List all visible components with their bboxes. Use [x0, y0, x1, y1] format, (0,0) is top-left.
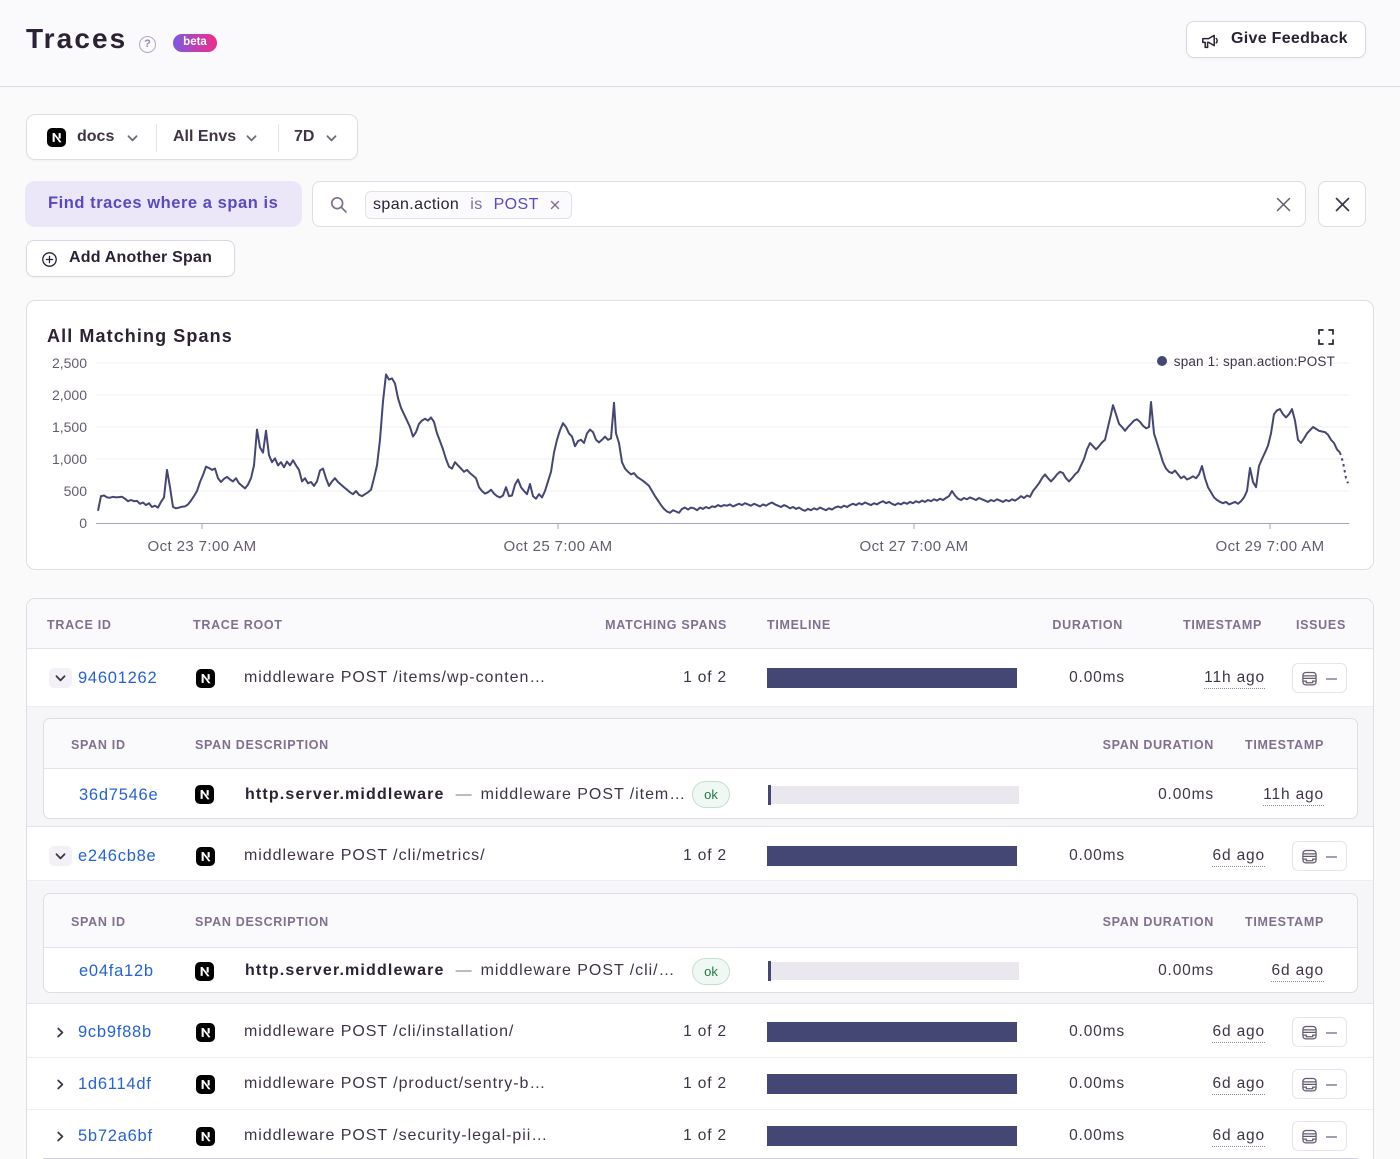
- svg-text:1,500: 1,500: [52, 419, 87, 435]
- svg-text:2,000: 2,000: [52, 387, 87, 403]
- svg-text:Oct 29 7:00 AM: Oct 29 7:00 AM: [1216, 538, 1325, 555]
- svg-text:500: 500: [64, 483, 88, 499]
- svg-text:2,500: 2,500: [52, 355, 87, 371]
- svg-text:Oct 23 7:00 AM: Oct 23 7:00 AM: [148, 538, 257, 555]
- svg-text:Oct 27 7:00 AM: Oct 27 7:00 AM: [860, 538, 969, 555]
- svg-text:0: 0: [79, 515, 87, 531]
- svg-text:Oct 25 7:00 AM: Oct 25 7:00 AM: [504, 538, 613, 555]
- svg-text:1,000: 1,000: [52, 451, 87, 467]
